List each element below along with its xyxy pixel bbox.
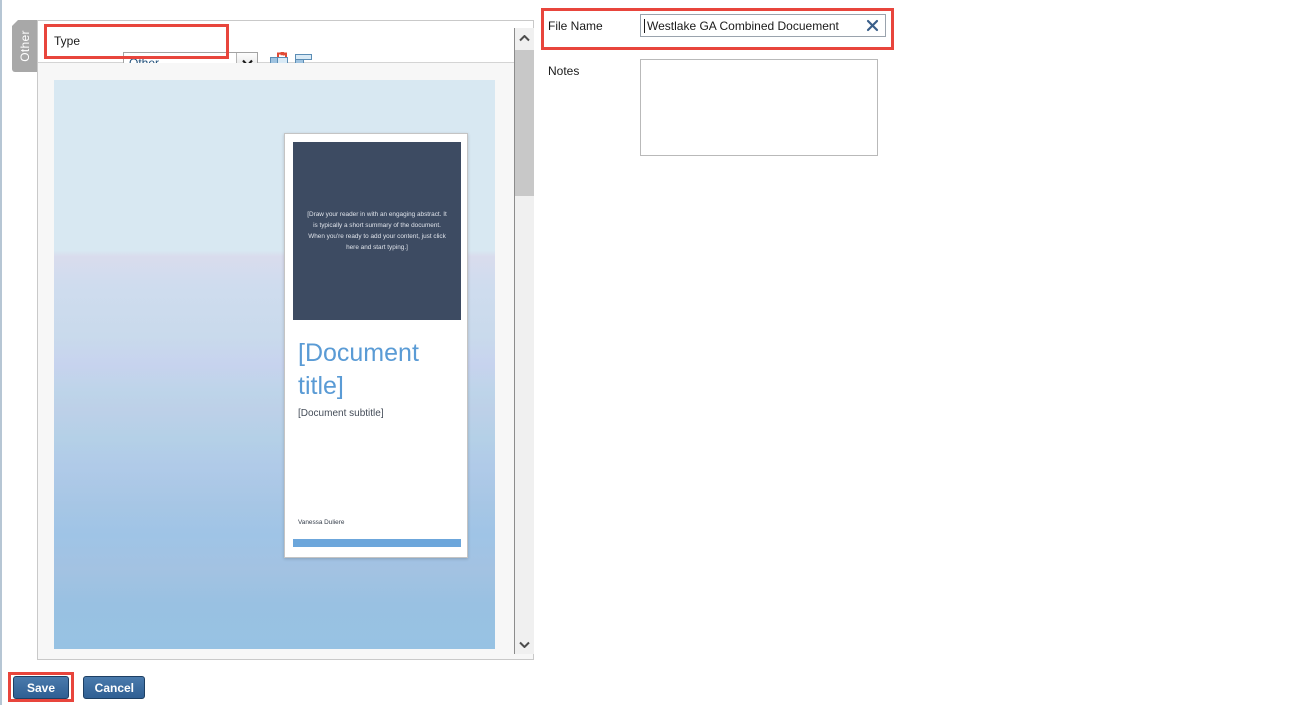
file-name-value: Westlake GA Combined Docuement <box>647 19 839 33</box>
window-left-border <box>0 0 2 705</box>
document-author: Vanessa Duliere <box>298 519 345 526</box>
text-caret <box>644 19 645 33</box>
sidebar-tab-other-label: Other <box>18 30 32 62</box>
file-name-input[interactable]: Westlake GA Combined Docuement <box>640 14 886 37</box>
notes-row: Notes <box>548 59 968 159</box>
preview-canvas: [Draw your reader in with an engaging ab… <box>54 80 495 649</box>
preview-vertical-scrollbar[interactable] <box>514 28 534 654</box>
document-title: [Document title] <box>298 339 419 400</box>
document-preview-panel: Type Other <box>37 20 534 660</box>
file-name-row: File Name Westlake GA Combined Docuement <box>548 14 968 40</box>
cancel-button[interactable]: Cancel <box>83 676 146 699</box>
scrollbar-thumb[interactable] <box>515 50 534 196</box>
notes-label: Notes <box>548 64 580 78</box>
document-abstract-text: [Draw your reader in with an engaging ab… <box>307 210 447 252</box>
file-name-label: File Name <box>548 19 603 33</box>
chevron-down-icon[interactable] <box>515 634 534 654</box>
document-page: [Draw your reader in with an engaging ab… <box>284 133 468 558</box>
form-actions: Save Cancel <box>13 676 146 699</box>
preview-viewport[interactable]: [Draw your reader in with an engaging ab… <box>38 63 533 659</box>
notes-textarea[interactable] <box>640 59 878 156</box>
document-subtitle: [Document subtitle] <box>298 408 384 419</box>
save-button[interactable]: Save <box>13 676 69 699</box>
type-label: Type <box>54 34 81 48</box>
document-abstract-block: [Draw your reader in with an engaging ab… <box>293 142 461 320</box>
metadata-form: File Name Westlake GA Combined Docuement… <box>548 14 968 167</box>
close-icon[interactable] <box>865 18 880 33</box>
preview-toolbar: Type Other <box>38 21 533 73</box>
sidebar-tab-other[interactable]: Other <box>12 20 38 72</box>
chevron-up-icon[interactable] <box>515 28 534 48</box>
document-accent-bar <box>293 539 461 547</box>
